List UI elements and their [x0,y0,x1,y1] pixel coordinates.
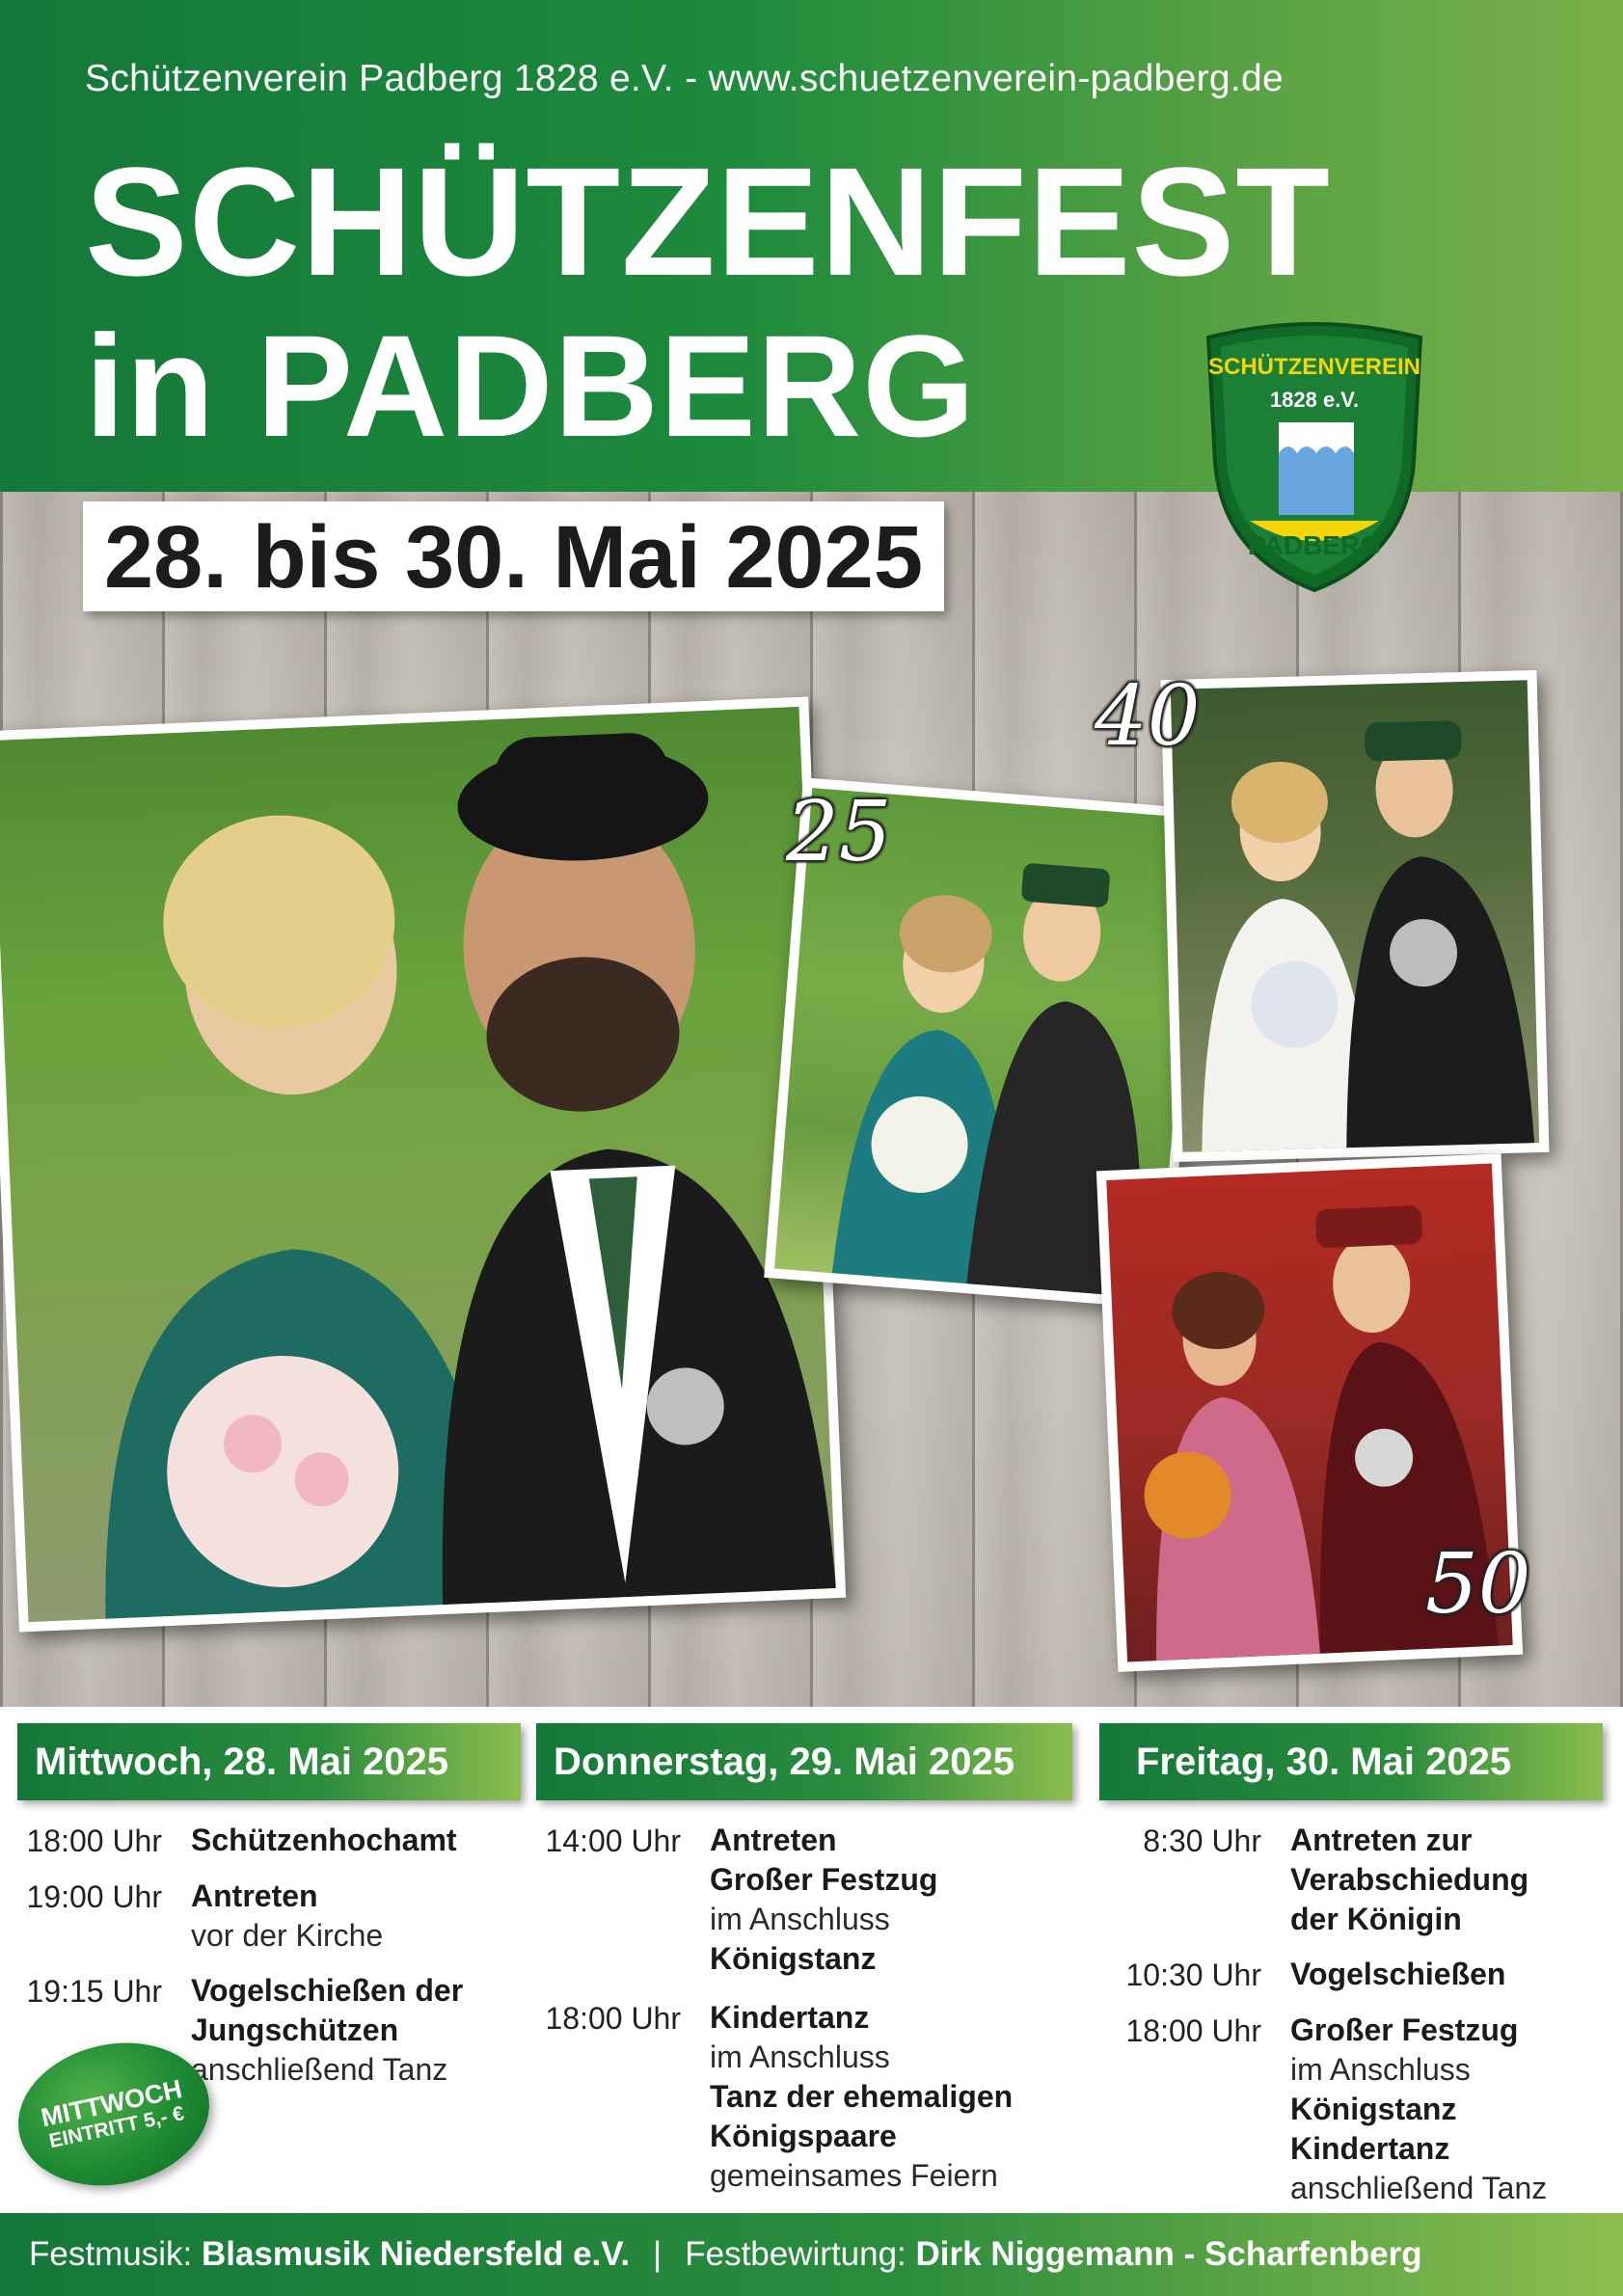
footer-music-value: Blasmusik Niedersfeld e.V. [201,2235,631,2273]
couple-illustration-icon [105,733,836,1619]
event-line: Antreten zur [1290,1823,1473,1857]
footer-catering-label: Festbewirtung: [685,2235,906,2273]
anniversary-50-label: 50 [1425,1536,1531,1633]
event-line: im Anschluss [710,2039,890,2074]
club-crest-icon: SCHÜTZENVEREIN 1828 e.V. PADBERG [1205,322,1423,593]
schedule-column-thursday: 14:00 Uhr Antreten Großer Festzug im Ans… [536,1821,1072,2211]
day-header-thursday: Donnerstag, 29. Mai 2025 [536,1723,1072,1800]
event-line: Großer Festzug [1290,2012,1519,2047]
schedule-event: 18:00 Uhr Großer Festzug im Anschluss Kö… [1099,2011,1610,2208]
event-line: Jungschützen [191,2012,399,2047]
footer-separator: | [653,2235,663,2273]
club-line: Schützenverein Padberg 1828 e.V. - www.s… [85,58,1285,99]
event-time: 8:30 Uhr [1143,1823,1261,1858]
event-time: 18:00 Uhr [26,1823,162,1858]
event-line: Verabschiedung [1290,1862,1529,1897]
photo-40-year-couple [1160,669,1550,1163]
event-line: Schützenhochamt [191,1823,457,1857]
schedule-event: 19:00 Uhr Antreten vor der Kirche [17,1877,521,1956]
event-line: Antreten [191,1878,318,1913]
crest-top-text: SCHÜTZENVEREIN [1208,354,1420,380]
schedule-event: 8:30 Uhr Antreten zur Verabschiedung der… [1099,1821,1610,1939]
event-time: 18:00 Uhr [545,2001,681,2036]
event-line: anschließend Tanz [191,2052,448,2087]
schedule-event: 18:00 Uhr Kindertanz im Anschluss Tanz d… [536,1998,1072,2196]
event-time: 18:00 Uhr [1125,2013,1261,2048]
date-range: 28. bis 30. Mai 2025 [83,501,944,611]
footer-catering-value: Dirk Niggemann - Scharfenberg [915,2235,1422,2273]
event-time: 10:30 Uhr [1125,1958,1261,1992]
event-time: 19:00 Uhr [26,1879,162,1914]
photo-current-royal-couple [0,696,847,1633]
event-line: im Anschluss [1290,2052,1471,2087]
event-line: Antreten [710,1823,837,1857]
day-header-wednesday: Mittwoch, 28. Mai 2025 [17,1723,521,1800]
event-line: der Königin [1290,1902,1462,1936]
event-time: 14:00 Uhr [545,1823,681,1858]
anniversary-40-label: 40 [1095,668,1201,765]
event-line: Kindertanz [710,2000,870,2035]
schedule-column-friday: 8:30 Uhr Antreten zur Verabschiedung der… [1099,1821,1610,2224]
event-line: Großer Festzug [710,1862,938,1897]
schedule-event: 18:00 Uhr Schützenhochamt [17,1821,521,1861]
footer-bar: Festmusik: Blasmusik Niedersfeld e.V. | … [0,2213,1623,2296]
footer-music-label: Festmusik: [29,2235,193,2273]
schedule-event: 10:30 Uhr Vogelschießen [1099,1955,1610,1995]
event-line: im Anschluss [710,1902,890,1936]
day-header-friday: Freitag, 30. Mai 2025 [1099,1723,1603,1800]
event-line: Königstanz [710,1941,877,1976]
event-line: Vogelschießen [1290,1957,1506,1991]
couple-40-illustration-icon [1202,720,1535,1152]
event-line: Vogelschießen der [191,1973,464,2008]
schedule-event: 14:00 Uhr Antreten Großer Festzug im Ans… [536,1821,1072,1979]
event-line: Königstanz [1290,2092,1457,2126]
anniversary-25-label: 25 [786,784,892,880]
crest-bottom-text: PADBERG [1248,530,1381,560]
title-line-1: SCHÜTZENFEST [85,135,1331,308]
title-line-2: in PADBERG [85,305,976,467]
crest-year-text: 1828 e.V. [1270,388,1359,412]
event-line: Tanz der ehemaligen [710,2079,1014,2114]
event-line: Königspaare [710,2119,897,2153]
event-line: anschließend Tanz [1290,2171,1548,2205]
event-line: vor der Kirche [191,1918,384,1953]
event-line: gemeinsames Feiern [710,2158,998,2193]
event-line: Kindertanz [1290,2131,1450,2166]
